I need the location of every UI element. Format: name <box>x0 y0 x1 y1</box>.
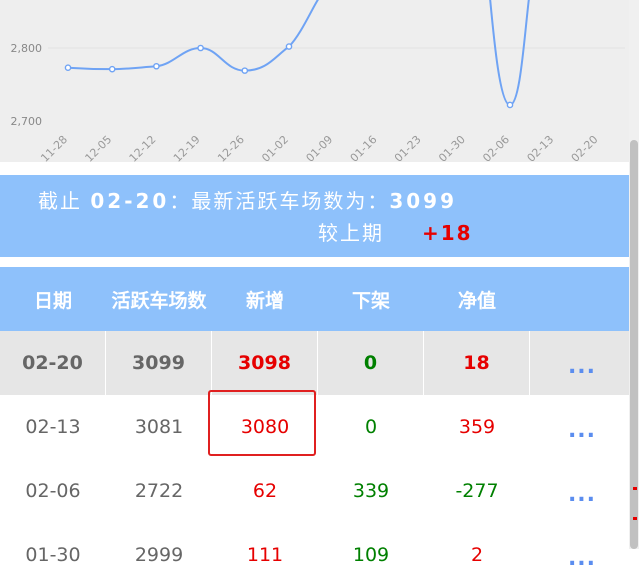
table-row: 02-06 2722 62 339 -277 ... <box>0 459 634 523</box>
x-tick-label: 11-28 <box>38 133 70 162</box>
cell-added: 62 <box>252 480 278 502</box>
header-more <box>530 267 634 331</box>
series-line-dip <box>489 0 530 106</box>
edge-mark <box>633 487 637 490</box>
trend-chart-svg: 2,700 2,800 11-28 12-05 12-12 12-19 12-26 01-02… <box>11 0 625 162</box>
cell-date: 02-06 <box>25 480 81 502</box>
data-point[interactable] <box>197 44 204 52</box>
trend-chart: 2,700 2,800 11-28 12-05 12-12 12-19 12-26 01-02… <box>0 0 629 162</box>
data-point[interactable] <box>241 67 249 74</box>
x-tick-label: 01-23 <box>392 133 424 162</box>
more-button[interactable]: ... <box>530 331 634 395</box>
compare-label: 较上期 <box>318 221 384 245</box>
compare-line: 较上期 +18 <box>318 217 473 246</box>
more-button[interactable]: ... <box>530 395 634 459</box>
header-removed: 下架 <box>351 289 390 312</box>
cell-date: 02-20 <box>0 331 106 395</box>
cell-date: 01-30 <box>25 544 81 566</box>
summary-prefix: 截止 <box>38 189 82 213</box>
table-row: 02-20 3099 3098 0 18 ... <box>0 331 634 395</box>
data-point[interactable] <box>153 62 160 70</box>
summary-date: 02-20 <box>90 189 170 213</box>
table-header: 日期 活跃车场数 新增 下架 净值 <box>0 267 634 331</box>
x-tick-label: 12-19 <box>171 133 203 162</box>
header-active: 活跃车场数 <box>111 289 207 312</box>
more-button[interactable]: ... <box>530 459 634 523</box>
cell-net: 2 <box>470 544 484 566</box>
cell-net: 18 <box>424 331 530 395</box>
cell-removed: 0 <box>364 416 378 438</box>
x-tick-label: 01-30 <box>436 133 468 162</box>
stats-table: 日期 活跃车场数 新增 下架 净值 02-20 3099 3098 0 18 .… <box>0 267 634 587</box>
more-button[interactable]: ... <box>530 523 634 587</box>
cell-active: 2722 <box>134 480 184 502</box>
cell-removed: 0 <box>318 331 424 395</box>
cell-net: -277 <box>455 480 499 502</box>
header-added: 新增 <box>245 289 284 312</box>
x-tick-label: 02-13 <box>525 133 557 162</box>
data-point[interactable] <box>64 64 72 72</box>
header-date: 日期 <box>33 289 72 312</box>
cell-added: 111 <box>246 544 284 566</box>
x-tick-label: 12-26 <box>215 133 247 162</box>
highlight-box <box>208 390 316 456</box>
x-tick-label: 02-06 <box>480 133 512 162</box>
cell-active: 3099 <box>106 331 212 395</box>
x-tick-label: 01-02 <box>259 133 291 162</box>
cell-active: 3081 <box>134 416 184 438</box>
summary-line: 截止 02-20：最新活跃车场数为：3099 <box>38 185 457 214</box>
x-tick-label: 02-20 <box>569 133 601 162</box>
summary-banner: 截止 02-20：最新活跃车场数为：3099 较上期 +18 <box>0 175 634 257</box>
compare-delta: +18 <box>422 221 473 245</box>
series-line <box>67 0 319 72</box>
header-net: 净值 <box>457 289 496 312</box>
cell-active: 2999 <box>134 544 184 566</box>
data-point[interactable] <box>506 101 514 109</box>
x-tick-label: 01-16 <box>348 133 380 162</box>
y-tick-label: 2,700 <box>11 115 43 128</box>
cell-net: 359 <box>458 416 496 438</box>
cell-added: 3098 <box>212 331 318 395</box>
x-tick-label: 01-09 <box>304 133 336 162</box>
x-tick-label: 12-12 <box>127 133 159 162</box>
table-row: 02-13 3081 3080 0 359 ... <box>0 395 634 459</box>
data-point[interactable] <box>108 65 116 73</box>
x-tick-label: 12-05 <box>83 133 115 162</box>
edge-mark <box>633 517 637 520</box>
summary-mid: ：最新活跃车场数为： <box>169 189 390 213</box>
table-row: 01-30 2999 111 109 2 ... <box>0 523 634 587</box>
y-tick-label: 2,800 <box>11 42 43 55</box>
summary-count: 3099 <box>389 189 457 213</box>
cell-removed: 109 <box>352 544 390 566</box>
data-point[interactable] <box>285 43 293 50</box>
page-scrollbar[interactable] <box>629 0 639 549</box>
cell-date: 02-13 <box>25 416 81 438</box>
cell-removed: 339 <box>352 480 390 502</box>
